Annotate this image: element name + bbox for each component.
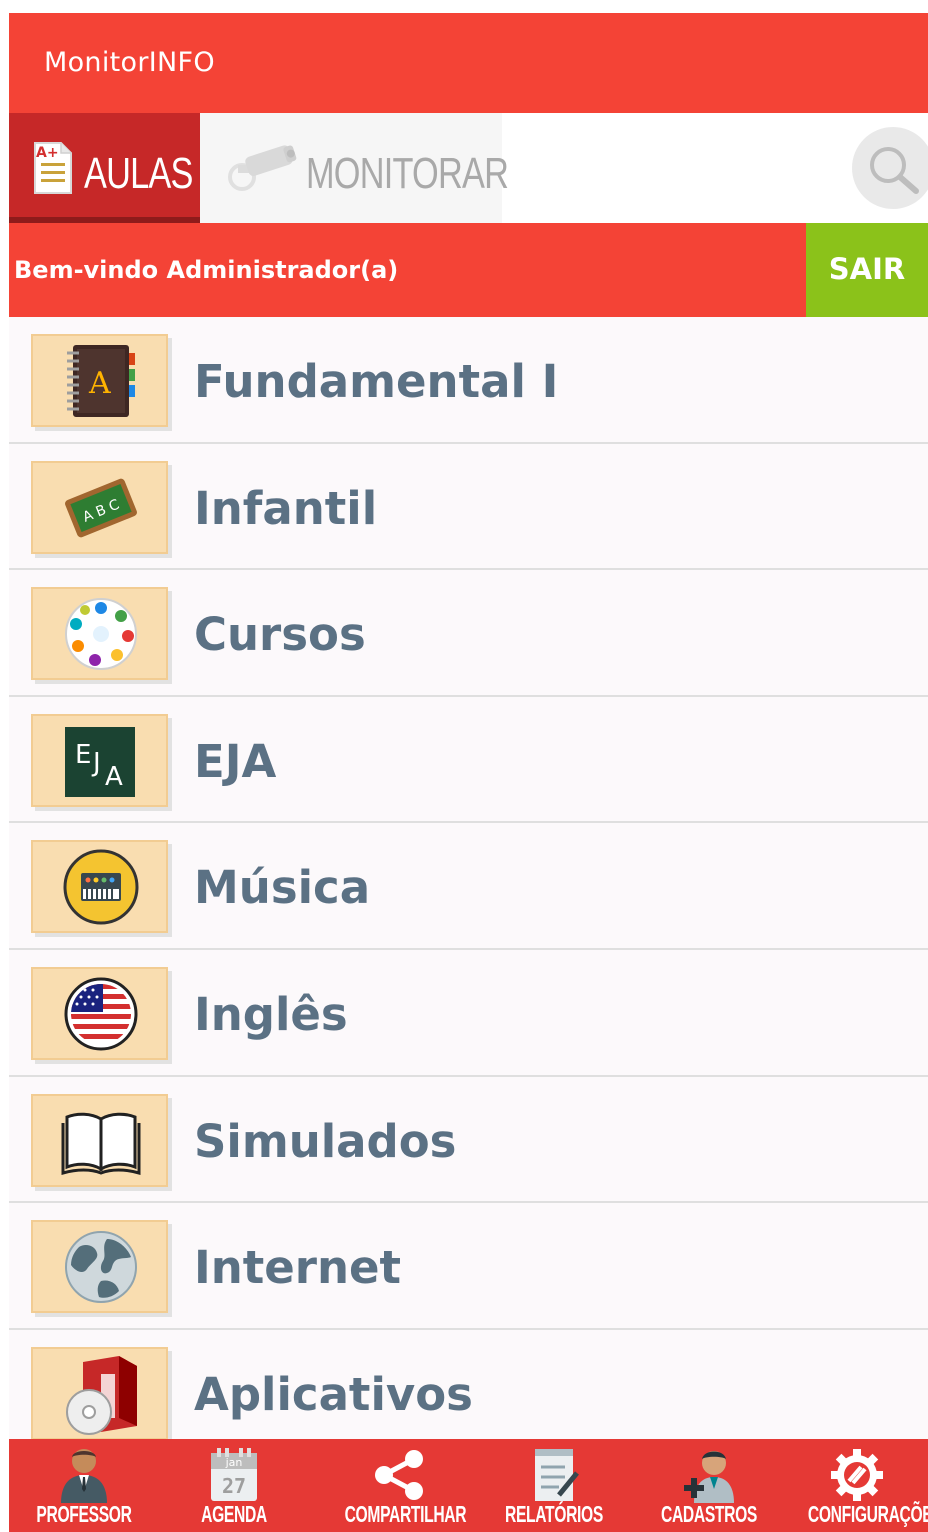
nav-label: CADASTROS [660, 1501, 757, 1527]
tile [31, 1346, 168, 1440]
category-list: A Fundamental I A B C Infantil Cursos E … [9, 317, 928, 1457]
svg-text:A+: A+ [36, 145, 59, 161]
nav-label: COMPARTILHAR [344, 1501, 467, 1527]
tile: A [31, 334, 168, 427]
list-item-label: Fundamental I [194, 355, 559, 408]
calendar-icon: jan 27 [211, 1448, 257, 1501]
list-item-label: Internet [194, 1241, 402, 1295]
software-box-icon [66, 1355, 137, 1435]
report-icon [535, 1449, 579, 1501]
nav-configuracoes[interactable]: CONFIGURAÇÕES [785, 1439, 928, 1532]
grade-document-icon: A+ [34, 142, 72, 194]
tile [31, 840, 168, 934]
list-item-simulados[interactable]: Simulados [9, 1076, 928, 1204]
svg-text:J: J [91, 748, 101, 778]
search-icon [870, 147, 919, 194]
nav-compartilhar[interactable]: COMPARTILHAR [319, 1439, 479, 1532]
bottom-nav: PROFESSOR jan 27 AGENDA COMPARTILHAR REL… [9, 1439, 928, 1532]
list-item-label: Cursos [194, 608, 366, 662]
welcome-message: Bem-vindo Administrador(a) [14, 256, 399, 284]
tile [31, 1220, 168, 1314]
list-item-ingles[interactable]: Inglês [9, 949, 928, 1077]
add-user-icon [684, 1451, 734, 1503]
eja-board-icon: E J A [65, 726, 135, 797]
welcome-bar: Bem-vindo Administrador(a) SAIR [9, 223, 928, 317]
logout-label: SAIR [828, 252, 906, 286]
share-icon [375, 1450, 423, 1500]
list-item-label: Aplicativos [194, 1367, 473, 1421]
list-item-label: Simulados [194, 1114, 457, 1168]
nav-label: PROFESSOR [36, 1501, 132, 1527]
list-item-label: EJA [194, 734, 277, 788]
tile [31, 1093, 168, 1187]
nav-professor[interactable]: PROFESSOR [9, 1439, 159, 1532]
colored-hands-circle-icon [65, 598, 137, 671]
tile: E J A [31, 713, 168, 807]
list-item-cursos[interactable]: Cursos [9, 570, 928, 697]
calendar-month: jan [225, 1456, 243, 1469]
list-item-internet[interactable]: Internet [9, 1203, 928, 1330]
list-item-infantil[interactable]: A B C Infantil [9, 443, 928, 571]
tab-bar: A+ AULAS MONITORAR [9, 113, 928, 223]
nav-label: CONFIGURAÇÕES [807, 1501, 928, 1527]
svg-text:E: E [75, 740, 91, 770]
chalkboard-abc-icon: A B C [65, 478, 137, 537]
app-title: MonitorINFO [44, 47, 215, 78]
list-item-label: Inglês [194, 987, 348, 1041]
open-book-icon [61, 1112, 141, 1175]
us-flag-icon [64, 977, 138, 1051]
tab-monitorar[interactable]: MONITORAR [200, 113, 509, 223]
svg-text:A: A [105, 762, 123, 792]
nav-label: AGENDA [201, 1501, 267, 1527]
list-item-label: Infantil [194, 481, 378, 535]
synthesizer-icon [63, 849, 139, 925]
globe-icon [65, 1231, 137, 1304]
tile: A B C [31, 460, 168, 554]
list-item-label: Música [194, 861, 371, 915]
calendar-day: 27 [222, 1474, 246, 1498]
list-item-aplicativos[interactable]: Aplicativos [9, 1329, 928, 1457]
tile [31, 587, 168, 681]
list-item-fundamental[interactable]: A Fundamental I [9, 317, 928, 444]
logout-button[interactable]: SAIR [806, 223, 928, 317]
teacher-icon [61, 1449, 107, 1503]
tile [31, 966, 168, 1060]
security-camera-icon [228, 145, 297, 191]
list-item-eja[interactable]: E J A EJA [9, 696, 928, 824]
list-item-musica[interactable]: Música [9, 823, 928, 950]
tab-monitorar-label: MONITORAR [306, 149, 509, 198]
nav-relatorios[interactable]: RELATÓRIOS [479, 1439, 629, 1532]
title-bar: MonitorINFO [9, 13, 928, 113]
address-book-icon: A [67, 345, 135, 417]
app-screen: MonitorINFO A+ AULAS MONITORAR Bem-vindo… [9, 13, 928, 1532]
nav-agenda[interactable]: jan 27 AGENDA [159, 1439, 309, 1532]
nav-label: RELATÓRIOS [505, 1501, 603, 1527]
svg-text:A: A [88, 366, 111, 401]
nav-cadastros[interactable]: CADASTROS [634, 1439, 784, 1532]
search-button[interactable] [852, 127, 928, 209]
tab-aulas[interactable]: A+ AULAS [9, 113, 200, 223]
gear-icon [830, 1449, 883, 1501]
tab-aulas-label: AULAS [84, 149, 193, 198]
